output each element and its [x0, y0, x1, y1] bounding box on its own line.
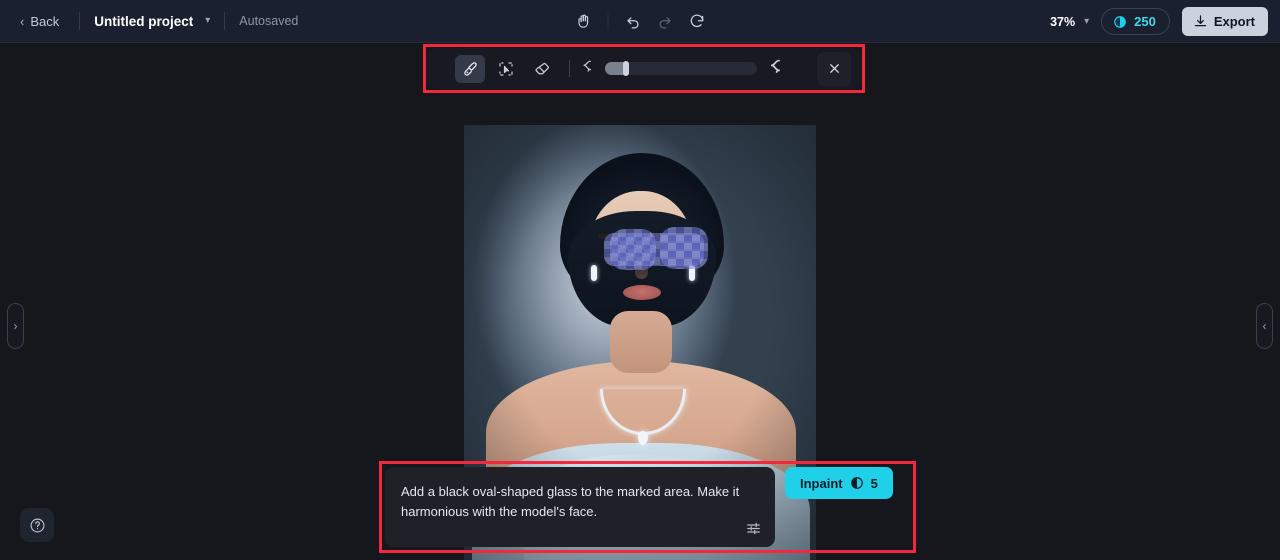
- brush-icon: [464, 61, 477, 76]
- sliders-icon: [746, 522, 760, 534]
- prompt-input[interactable]: Add a black oval-shaped glass to the mar…: [385, 467, 775, 547]
- close-icon: [829, 64, 839, 73]
- chevron-down-icon: ▾: [1084, 15, 1090, 27]
- prompt-text: Add a black oval-shaped glass to the mar…: [401, 484, 740, 519]
- help-circle-icon: [30, 518, 44, 532]
- inpaint-submit-button[interactable]: Inpaint 5: [785, 467, 893, 499]
- download-icon: [1194, 15, 1206, 27]
- inpaint-cost: 5: [870, 475, 878, 491]
- app-root: ‹ Back Untitled project ▾ Autosaved 37% …: [0, 0, 1280, 560]
- reset-icon[interactable]: [682, 7, 712, 35]
- inpaint-label: Inpaint: [800, 475, 843, 491]
- brush-size-slider[interactable]: [605, 61, 757, 76]
- divider: [224, 12, 226, 30]
- eraser-icon: [535, 62, 549, 74]
- divider: [607, 13, 609, 29]
- help-button[interactable]: [20, 508, 54, 542]
- back-button[interactable]: ‹ Back: [14, 10, 65, 33]
- divider: [569, 60, 570, 77]
- chevron-right-icon: ›: [13, 319, 18, 333]
- credits-value: 250: [1134, 14, 1156, 29]
- zoom-level: 37%: [1050, 14, 1076, 29]
- left-panel-toggle[interactable]: ›: [7, 303, 24, 349]
- export-button[interactable]: Export: [1181, 7, 1268, 36]
- close-brush-toolbar-button[interactable]: [817, 51, 851, 86]
- prompt-bar: Add a black oval-shaped glass to the mar…: [385, 467, 910, 547]
- slider-thumb[interactable]: [623, 61, 630, 76]
- autosaved-status: Autosaved: [239, 14, 299, 28]
- zoom-control[interactable]: 37% ▾: [1050, 15, 1089, 29]
- brush-tool[interactable]: [455, 54, 485, 83]
- prompt-settings-button[interactable]: [742, 517, 764, 539]
- inpaint-mask-stroke[interactable]: [610, 229, 656, 270]
- export-label: Export: [1213, 14, 1255, 29]
- brush-toolbar: [427, 48, 861, 89]
- right-panel-toggle[interactable]: ‹: [1256, 303, 1273, 349]
- brush-size-control: [579, 57, 785, 81]
- brush-small-icon: [579, 58, 596, 80]
- canvas-tools: [569, 0, 712, 43]
- chevron-left-icon: ‹: [1262, 319, 1267, 333]
- brush-large-icon: [766, 57, 785, 81]
- magic-select-tool[interactable]: [491, 55, 521, 83]
- top-bar: ‹ Back Untitled project ▾ Autosaved 37% …: [0, 0, 1280, 43]
- redo-icon: [650, 7, 680, 35]
- coin-icon: [850, 477, 863, 489]
- top-bar-left: ‹ Back Untitled project ▾ Autosaved: [0, 10, 298, 33]
- back-label: Back: [30, 13, 60, 29]
- credits-badge[interactable]: 250: [1101, 8, 1170, 35]
- divider: [79, 12, 81, 30]
- coin-icon: [1114, 15, 1126, 28]
- chevron-down-icon[interactable]: ▾: [205, 16, 210, 26]
- inpaint-mask-stroke[interactable]: [660, 227, 708, 269]
- lasso-cursor-icon: [499, 61, 513, 76]
- project-title: Untitled project: [94, 13, 194, 29]
- top-bar-right: 37% ▾ 250 Export: [1050, 0, 1268, 43]
- chevron-left-icon: ‹: [20, 13, 25, 29]
- eraser-tool[interactable]: [527, 55, 557, 83]
- undo-icon[interactable]: [618, 7, 648, 35]
- pan-hand-icon[interactable]: [569, 7, 599, 35]
